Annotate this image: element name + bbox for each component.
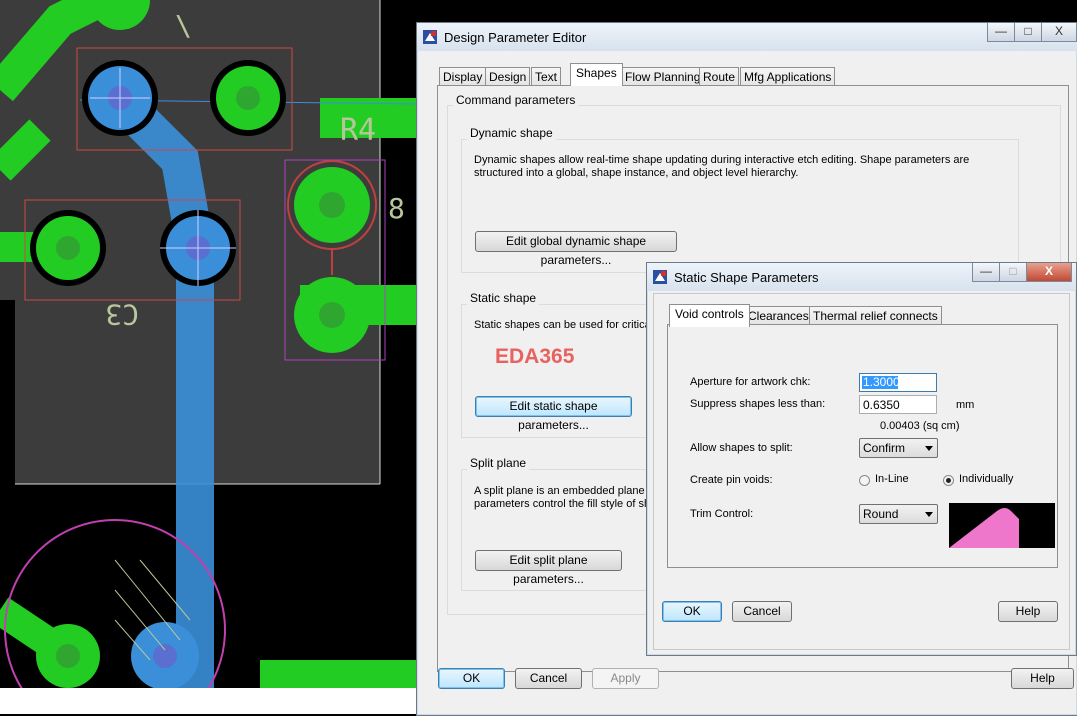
static-shape-label: Static shape <box>467 291 540 305</box>
close-button[interactable]: X <box>1041 23 1077 42</box>
suppress-unit: mm <box>956 399 975 411</box>
static-close-button[interactable]: X <box>1026 263 1072 282</box>
pcb-layout-graphic: R4 C3 8 \ <box>0 0 420 714</box>
static-window-title: Static Shape Parameters <box>674 270 819 285</box>
radio-selected-dot <box>946 478 951 483</box>
trim-preview-image <box>949 503 1055 548</box>
pin-voids-individually-label: Individually <box>959 473 1014 485</box>
svg-text:C3: C3 <box>105 298 139 331</box>
chevron-down-icon <box>925 446 933 451</box>
chevron-down-icon <box>925 512 933 517</box>
edit-global-dynamic-shape-button[interactable]: Edit global dynamic shape parameters... <box>475 231 677 267</box>
silk-label-r4: R4 <box>340 113 376 148</box>
split-plane-description-1: A split plane is an embedded plane w <box>474 485 656 497</box>
trim-control-value: Round <box>863 507 899 521</box>
tab-clearances[interactable]: Clearances <box>744 306 813 325</box>
trim-control-select[interactable]: Round <box>859 504 938 524</box>
tab-design[interactable]: Design <box>485 67 531 86</box>
tab-void-controls[interactable]: Void controls <box>669 304 750 327</box>
static-ok-button[interactable]: OK <box>662 601 722 622</box>
edit-split-plane-button[interactable]: Edit split plane parameters... <box>475 550 622 586</box>
edit-static-shape-button[interactable]: Edit static shape parameters... <box>475 396 632 432</box>
suppress-area: 0.00403 (sq cm) <box>880 420 960 432</box>
minimize-button[interactable]: — <box>987 23 1015 42</box>
static-maximize-button[interactable]: □ <box>999 263 1027 282</box>
title-bar[interactable]: Design Parameter Editor — □ X <box>417 23 1077 51</box>
dynamic-shape-description-1: Dynamic shapes allow real-time shape upd… <box>474 154 970 166</box>
help-button[interactable]: Help <box>1011 668 1074 689</box>
static-help-button[interactable]: Help <box>998 601 1058 622</box>
maximize-button[interactable]: □ <box>1014 23 1042 42</box>
app-icon <box>423 30 437 44</box>
pin-voids-inline-label: In-Line <box>875 473 909 485</box>
dynamic-shape-label: Dynamic shape <box>467 126 556 140</box>
tab-display[interactable]: Display <box>439 67 487 86</box>
allow-split-select[interactable]: Confirm <box>859 438 938 458</box>
pin-voids-individually-radio[interactable] <box>943 475 954 486</box>
svg-text:\: \ <box>175 9 192 42</box>
allow-split-label: Allow shapes to split: <box>690 442 793 454</box>
dynamic-shape-description-2: structured into a global, shape instance… <box>474 167 799 179</box>
aperture-input[interactable] <box>859 373 937 392</box>
static-shape-description-1: Static shapes can be used for critica <box>474 319 651 331</box>
ok-button[interactable]: OK <box>438 668 505 689</box>
svg-text:8: 8 <box>388 192 405 225</box>
suppress-label: Suppress shapes less than: <box>690 398 826 410</box>
trim-control-label: Trim Control: <box>690 508 754 520</box>
static-app-icon <box>653 270 667 284</box>
tab-route[interactable]: Route <box>699 67 740 86</box>
static-cancel-button[interactable]: Cancel <box>732 601 792 622</box>
tab-thermal-relief-connects[interactable]: Thermal relief connects <box>809 306 942 325</box>
tab-mfg-applications[interactable]: Mfg Applications <box>740 67 836 86</box>
tab-text[interactable]: Text <box>531 67 562 86</box>
static-minimize-button[interactable]: — <box>972 263 1000 282</box>
window-title: Design Parameter Editor <box>444 30 587 45</box>
pcb-canvas[interactable]: R4 C3 8 \ <box>0 0 420 714</box>
command-parameters-label: Command parameters <box>453 93 579 107</box>
split-plane-label: Split plane <box>467 456 530 470</box>
eda365-watermark: EDA365 <box>495 345 575 368</box>
pin-voids-label: Create pin voids: <box>690 474 773 486</box>
cancel-button[interactable]: Cancel <box>515 668 582 689</box>
suppress-input[interactable] <box>859 395 937 414</box>
split-plane-description-2: parameters control the fill style of sha <box>474 498 657 510</box>
static-shape-parameters-window: Static Shape Parameters — □ X Void contr… <box>646 262 1077 656</box>
allow-split-value: Confirm <box>863 441 906 455</box>
aperture-label: Aperture for artwork chk: <box>690 376 811 388</box>
pin-voids-inline-radio[interactable] <box>859 475 870 486</box>
apply-button[interactable]: Apply <box>592 668 659 689</box>
tab-flow-planning[interactable]: Flow Planning <box>621 67 705 86</box>
tab-shapes[interactable]: Shapes <box>570 63 623 86</box>
static-title-bar[interactable]: Static Shape Parameters — □ X <box>647 263 1076 291</box>
